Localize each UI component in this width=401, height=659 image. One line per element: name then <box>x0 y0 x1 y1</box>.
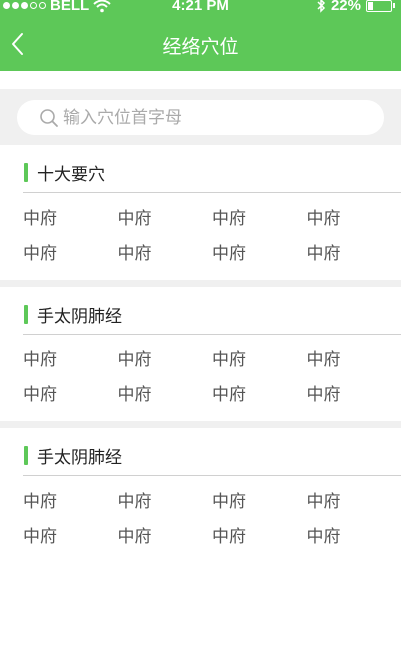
section-title: 十大要穴 <box>37 165 105 185</box>
acupoint-grid: 中府 中府 中府 中府 中府 中府 中府 中府 <box>0 193 401 269</box>
acupoint-item[interactable]: 中府 <box>212 239 307 264</box>
search-icon <box>40 108 58 127</box>
battery-tip <box>393 3 395 8</box>
section-title: 手太阴肺经 <box>37 307 122 327</box>
acupoint-item[interactable]: 中府 <box>23 239 118 264</box>
acupoint-row: 中府 中府 中府 中府 <box>23 375 401 410</box>
status-bar: BELL 4:21 PM 22% <box>0 0 401 18</box>
acupoint-item[interactable]: 中府 <box>23 380 118 405</box>
section-accent-bar <box>24 163 28 182</box>
section-gap <box>0 280 401 287</box>
acupoint-item[interactable]: 中府 <box>118 487 213 512</box>
acupoint-grid: 中府 中府 中府 中府 中府 中府 中府 中府 <box>0 335 401 410</box>
acupoint-item[interactable]: 中府 <box>212 204 307 229</box>
status-right: 22% <box>316 0 395 14</box>
acupoint-item[interactable]: 中府 <box>23 345 118 370</box>
section-header: 手太阴肺经 <box>0 428 401 476</box>
section-header: 十大要穴 <box>0 145 401 193</box>
acupoint-row: 中府 中府 中府 中府 <box>23 517 401 552</box>
acupoint-row: 中府 中府 中府 中府 <box>23 234 401 269</box>
acupoint-item[interactable]: 中府 <box>307 204 401 229</box>
acupoint-row: 中府 中府 中府 中府 <box>23 482 401 517</box>
acupoint-item[interactable]: 中府 <box>118 522 213 547</box>
top-bar: BELL 4:21 PM 22% 经络穴位 <box>0 0 401 71</box>
acupoint-section: 十大要穴 中府 中府 中府 中府 中府 中府 中府 中府 <box>0 145 401 269</box>
battery-percent: 22% <box>330 0 361 14</box>
acupoint-item[interactable]: 中府 <box>307 487 401 512</box>
acupoint-item[interactable]: 中府 <box>118 380 213 405</box>
acupoint-item[interactable]: 中府 <box>307 345 401 370</box>
acupoint-item[interactable]: 中府 <box>307 522 401 547</box>
battery-icon <box>366 0 392 12</box>
acupoint-item[interactable]: 中府 <box>307 380 401 405</box>
section-header: 手太阴肺经 <box>0 287 401 335</box>
acupoint-item[interactable]: 中府 <box>23 487 118 512</box>
bluetooth-icon <box>317 0 326 13</box>
acupoint-section: 手太阴肺经 中府 中府 中府 中府 中府 中府 中府 中府 <box>0 428 401 552</box>
acupoint-row: 中府 中府 中府 中府 <box>23 199 401 234</box>
acupoint-item[interactable]: 中府 <box>118 239 213 264</box>
acupoint-item[interactable]: 中府 <box>23 204 118 229</box>
acupoint-item[interactable]: 中府 <box>118 204 213 229</box>
acupoint-item[interactable]: 中府 <box>212 487 307 512</box>
section-accent-bar <box>24 305 28 324</box>
acupoint-item[interactable]: 中府 <box>212 522 307 547</box>
battery-level <box>368 1 373 10</box>
navigation-bar: 经络穴位 <box>0 18 401 71</box>
acupoint-item[interactable]: 中府 <box>212 380 307 405</box>
acupoint-grid: 中府 中府 中府 中府 中府 中府 中府 中府 <box>0 476 401 552</box>
acupoint-item[interactable]: 中府 <box>23 522 118 547</box>
acupoint-item[interactable]: 中府 <box>307 239 401 264</box>
section-gap <box>0 421 401 428</box>
search-input[interactable] <box>63 107 363 128</box>
section-title: 手太阴肺经 <box>37 448 122 468</box>
acupoint-section: 手太阴肺经 中府 中府 中府 中府 中府 中府 中府 中府 <box>0 287 401 410</box>
acupoint-item[interactable]: 中府 <box>212 345 307 370</box>
section-accent-bar <box>24 446 28 465</box>
acupoint-item[interactable]: 中府 <box>118 345 213 370</box>
search-area <box>0 89 401 145</box>
search-box[interactable] <box>17 100 384 135</box>
page-title: 经络穴位 <box>162 36 239 58</box>
acupoint-row: 中府 中府 中府 中府 <box>23 340 401 375</box>
